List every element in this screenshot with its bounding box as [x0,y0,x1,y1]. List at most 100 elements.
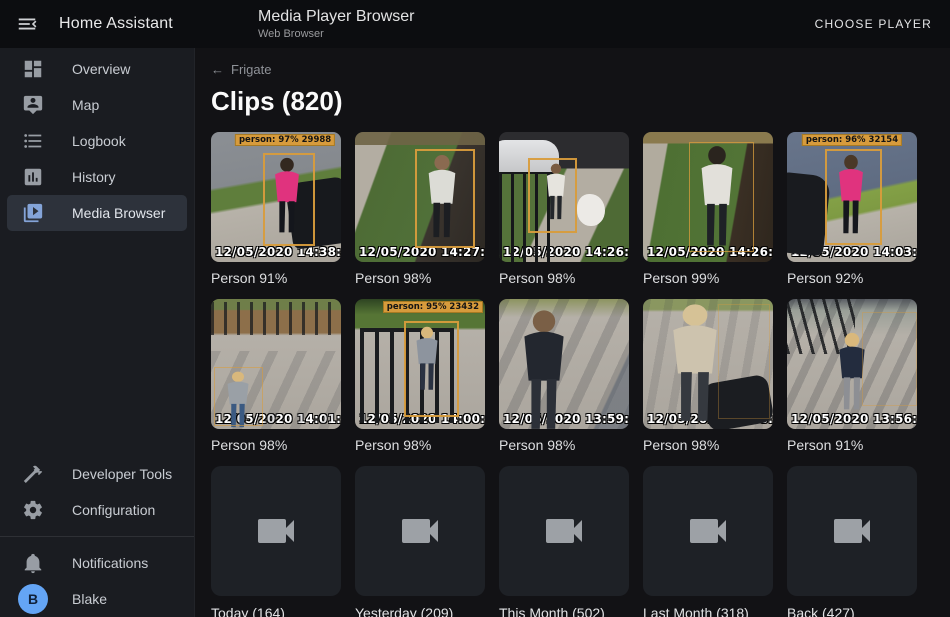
folder-item-this-month[interactable]: This Month (502) [499,466,629,617]
clip-item[interactable]: person: 95% 23432 12/05/2020 14:00:52 Pe… [355,299,485,453]
folder-card[interactable] [355,466,485,596]
detection-bounding-box [415,149,475,248]
hammer-icon [21,462,45,486]
clip-label: Person 98% [499,270,629,286]
folder-item-last-month[interactable]: Last Month (318) [643,466,773,617]
sidebar-item-logbook[interactable]: Logbook [7,123,187,159]
sidebar-item-overview[interactable]: Overview [7,51,187,87]
app-title: Home Assistant [59,15,173,33]
sidebar-item-developer-tools[interactable]: Developer Tools [7,456,187,492]
folder-item-today[interactable]: Today (164) [211,466,341,617]
clip-label: Person 98% [499,437,629,453]
detection-bounding-box [528,158,577,233]
sidebar-item-map[interactable]: Map [7,87,187,123]
person-figure [516,309,572,429]
clip-thumbnail[interactable]: 12/05/2020 13:58:30 [643,299,773,429]
folder-label: Today (164) [211,605,341,617]
map-account-icon [21,93,45,117]
clip-label: Person 91% [787,437,917,453]
clip-thumbnail[interactable]: 12/05/2020 13:59:49 [499,299,629,429]
clip-thumbnail[interactable]: person: 96% 32154 12/05/2020 14:03:17 [787,132,917,262]
detection-bounding-box [263,153,315,247]
folder-card[interactable] [643,466,773,596]
clip-label: Person 98% [355,437,485,453]
clip-label: Person 98% [211,437,341,453]
sidebar-item-configuration[interactable]: Configuration [7,492,187,528]
sidebar-spacer [0,231,194,456]
sidebar-item-label: Map [72,97,99,113]
chart-box-icon [21,165,45,189]
user-name: Blake [72,591,107,607]
clip-thumbnail[interactable]: person: 95% 23432 12/05/2020 14:00:52 [355,299,485,429]
clip-thumbnail[interactable]: person: 97% 29988 12/05/2020 14:38:47 [211,132,341,262]
clip-item[interactable]: 12/05/2020 13:56:17 Person 91% [787,299,917,453]
clip-thumbnail[interactable]: 12/05/2020 14:26:07 [643,132,773,262]
folder-label: Last Month (318) [643,605,773,617]
clip-item[interactable]: person: 96% 32154 12/05/2020 14:03:17 Pe… [787,132,917,286]
clip-label: Person 98% [355,270,485,286]
gear-icon [21,498,45,522]
user-avatar[interactable]: B [18,584,48,614]
folder-label: Yesterday (209) [355,605,485,617]
detection-bounding-box [862,312,917,406]
sidebar-item-media-browser[interactable]: Media Browser [7,195,187,231]
clip-thumbnail[interactable]: 12/05/2020 14:26:48 [499,132,629,262]
folder-item-back[interactable]: Back (427) [787,466,917,617]
breadcrumb-label: Frigate [231,62,271,77]
bell-icon [21,551,45,575]
folder-item-yesterday[interactable]: Yesterday (209) [355,466,485,617]
clip-item[interactable]: 12/05/2020 14:26:07 Person 99% [643,132,773,286]
sidebar-item-label: Overview [72,61,130,77]
page-title: Media Player Browser [258,8,415,26]
list-bulleted-icon [21,129,45,153]
detection-bounding-box [689,142,754,251]
clip-thumbnail[interactable]: 12/05/2020 14:27:35 [355,132,485,262]
sidebar-item-notifications[interactable]: Notifications [7,545,187,581]
detection-bounding-box [404,321,459,417]
sidebar-item-label: Media Browser [72,205,165,221]
sidebar: Overview Map Logbook History Media Brows… [0,48,195,617]
clips-grid: person: 97% 29988 12/05/2020 14:38:47 Pe… [211,132,920,617]
clip-item[interactable]: 12/05/2020 13:59:49 Person 98% [499,299,629,453]
choose-player-button[interactable]: CHOOSE PLAYER [815,17,932,31]
clip-timestamp: 12/05/2020 14:26:48 [503,245,629,259]
sidebar-item-label: History [72,169,116,185]
clip-label: Person 98% [643,437,773,453]
clip-thumbnail[interactable]: 12/05/2020 14:01:14 [211,299,341,429]
clip-thumbnail[interactable]: 12/05/2020 13:56:17 [787,299,917,429]
person-figure [664,303,726,425]
detection-score-label: person: 96% 32154 [802,134,902,146]
folder-card[interactable] [787,466,917,596]
folder-label: Back (427) [787,605,917,617]
menu-open-icon [16,13,38,35]
header-title-block: Media Player Browser Web Browser [258,8,415,40]
clip-label: Person 92% [787,270,917,286]
video-icon [540,507,588,555]
detection-bounding-box [825,149,882,245]
clip-item[interactable]: person: 97% 29988 12/05/2020 14:38:47 Pe… [211,132,341,286]
sidebar-toggle-button[interactable] [15,12,39,36]
header-right: CHOOSE PLAYER [815,15,950,33]
clip-item[interactable]: 12/05/2020 14:27:35 Person 98% [355,132,485,286]
clip-item[interactable]: 12/05/2020 14:01:14 Person 98% [211,299,341,453]
detection-score-label: person: 97% 29988 [235,134,335,146]
video-icon [828,507,876,555]
back-arrow-icon: ← [211,62,224,77]
folder-card[interactable] [499,466,629,596]
detection-score-label: person: 95% 23432 [383,301,483,313]
play-box-multiple-icon [21,201,45,225]
sidebar-item-user[interactable]: B Blake [7,581,187,617]
folder-card[interactable] [211,466,341,596]
page-subtitle: Web Browser [258,28,415,40]
breadcrumb-back-frigate[interactable]: ← Frigate [211,62,920,77]
clip-item[interactable]: 12/05/2020 14:26:48 Person 98% [499,132,629,286]
trash-bag-shape [577,194,605,226]
folder-label: This Month (502) [499,605,629,617]
video-icon [396,507,444,555]
media-browser-content: ← Frigate Clips (820) person: 97% 29988 … [195,48,950,617]
dashboard-icon [21,57,45,81]
clip-label: Person 91% [211,270,341,286]
clip-item[interactable]: 12/05/2020 13:58:30 Person 98% [643,299,773,453]
sidebar-item-history[interactable]: History [7,159,187,195]
sidebar-item-label: Notifications [72,555,148,571]
